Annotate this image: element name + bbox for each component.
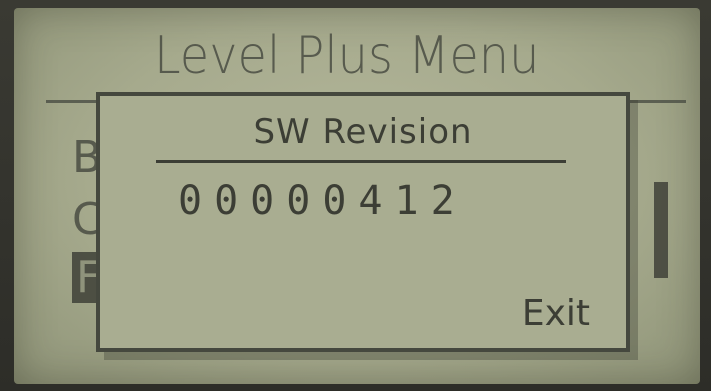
exit-button[interactable]: Exit bbox=[522, 293, 590, 334]
sw-revision-value: 00000412 bbox=[178, 178, 467, 224]
dialog-title: SW Revision bbox=[253, 112, 473, 152]
dialog-title-divider bbox=[156, 160, 566, 163]
menu-scrollbar[interactable] bbox=[654, 182, 668, 278]
device-frame: Level Plus Menu B C F SW Revision 000004… bbox=[0, 0, 711, 391]
lcd-screen: Level Plus Menu B C F SW Revision 000004… bbox=[14, 8, 700, 384]
sw-revision-dialog: SW Revision 00000412 Exit bbox=[96, 92, 630, 352]
menu-title: Level Plus Menu bbox=[154, 26, 540, 86]
